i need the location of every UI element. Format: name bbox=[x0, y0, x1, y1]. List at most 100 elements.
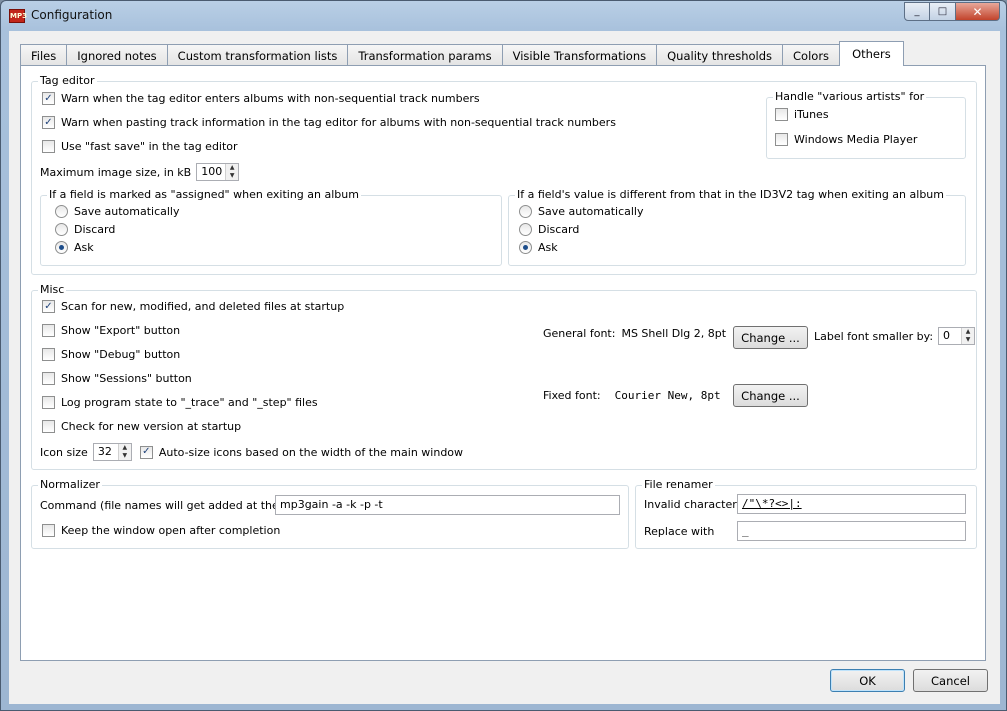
max-image-row: Maximum image size, in kB 100 ▲ ▼ bbox=[40, 163, 240, 181]
replace-with-input[interactable]: _ bbox=[737, 521, 966, 541]
log-state-row[interactable]: Log program state to "_trace" and "_step… bbox=[42, 396, 318, 409]
wmp-checkbox[interactable] bbox=[775, 133, 788, 146]
max-image-value[interactable]: 100 bbox=[197, 164, 225, 180]
id3v2-ask-row[interactable]: Ask bbox=[519, 241, 558, 254]
assigned-ask-row[interactable]: Ask bbox=[55, 241, 94, 254]
tab-transformation-params[interactable]: Transformation params bbox=[347, 44, 503, 66]
fixed-font-change-button[interactable]: Change ... bbox=[733, 384, 808, 407]
icon-size-row: Icon size 32 ▲ ▼ ✓ Auto-size icons based … bbox=[40, 443, 463, 461]
icon-size-label: Icon size bbox=[40, 445, 88, 459]
title-bar[interactable]: MP3 Configuration _ □ ✕ bbox=[1, 1, 1006, 31]
tab-visible-transformations[interactable]: Visible Transformations bbox=[501, 44, 658, 66]
id3v2-ask-radio[interactable] bbox=[519, 241, 532, 254]
close-button[interactable]: ✕ bbox=[956, 2, 1000, 21]
dialog-client: Files Ignored notes Custom transformatio… bbox=[9, 31, 1000, 704]
id3v2-save-radio[interactable] bbox=[519, 205, 532, 218]
id3v2-save-row[interactable]: Save automatically bbox=[519, 205, 644, 218]
keep-open-label: Keep the window open after completion bbox=[61, 524, 281, 537]
assigned-group: If a field is marked as "assigned" when … bbox=[40, 188, 502, 266]
wmp-label: Windows Media Player bbox=[794, 133, 918, 146]
id3v2-legend: If a field's value is different from tha… bbox=[515, 188, 946, 201]
scan-startup-row[interactable]: ✓ Scan for new, modified, and deleted fi… bbox=[42, 300, 344, 313]
label-font-smaller-label: Label font smaller by: bbox=[814, 329, 934, 343]
tab-quality-thresholds[interactable]: Quality thresholds bbox=[656, 44, 784, 66]
general-font-label: General font: bbox=[543, 327, 616, 340]
keep-open-checkbox[interactable] bbox=[42, 524, 55, 537]
tab-others[interactable]: Others bbox=[839, 41, 904, 66]
show-debug-checkbox[interactable] bbox=[42, 348, 55, 361]
keep-open-row[interactable]: Keep the window open after completion bbox=[42, 524, 280, 537]
spin-up-icon[interactable]: ▲ bbox=[118, 444, 131, 452]
id3v2-discard-row[interactable]: Discard bbox=[519, 223, 579, 236]
log-state-checkbox[interactable] bbox=[42, 396, 55, 409]
assigned-discard-radio[interactable] bbox=[55, 223, 68, 236]
tab-ignored-notes[interactable]: Ignored notes bbox=[66, 44, 168, 66]
warn-pasting-row[interactable]: ✓ Warn when pasting track information in… bbox=[42, 116, 616, 129]
tab-colors[interactable]: Colors bbox=[782, 44, 841, 66]
general-font-value: MS Shell Dlg 2, 8pt bbox=[621, 327, 727, 340]
id3v2-group: If a field's value is different from tha… bbox=[508, 188, 966, 266]
configuration-window: MP3 Configuration _ □ ✕ Files Ignored no… bbox=[0, 0, 1007, 711]
ok-button[interactable]: OK bbox=[830, 669, 905, 692]
maximize-button[interactable]: □ bbox=[930, 2, 956, 21]
file-renamer-legend: File renamer bbox=[642, 478, 715, 491]
invalid-chars-input[interactable]: /"\*?<>|: bbox=[737, 494, 966, 514]
show-sessions-label: Show "Sessions" button bbox=[61, 372, 192, 385]
fixed-font-label: Fixed font: bbox=[543, 389, 601, 402]
fixed-font-value: Courier New, 8pt bbox=[614, 389, 721, 402]
assigned-ask-radio[interactable] bbox=[55, 241, 68, 254]
spin-up-icon[interactable]: ▲ bbox=[226, 164, 239, 172]
fixed-font-row: Fixed font: Courier New, 8pt bbox=[543, 389, 721, 402]
max-image-label: Maximum image size, in kB bbox=[40, 165, 192, 179]
command-label: Command (file names will get added at th… bbox=[40, 499, 308, 512]
scan-startup-checkbox[interactable]: ✓ bbox=[42, 300, 55, 313]
icon-size-value[interactable]: 32 bbox=[94, 444, 118, 460]
itunes-checkbox[interactable] bbox=[775, 108, 788, 121]
show-export-row[interactable]: Show "Export" button bbox=[42, 324, 180, 337]
warn-pasting-checkbox[interactable]: ✓ bbox=[42, 116, 55, 129]
assigned-save-row[interactable]: Save automatically bbox=[55, 205, 180, 218]
normalizer-legend: Normalizer bbox=[38, 478, 102, 491]
assigned-legend: If a field is marked as "assigned" when … bbox=[47, 188, 361, 201]
show-debug-row[interactable]: Show "Debug" button bbox=[42, 348, 180, 361]
invalid-chars-row: Invalid characters bbox=[644, 498, 742, 511]
warn-non-sequential-checkbox[interactable]: ✓ bbox=[42, 92, 55, 105]
spin-up-icon[interactable]: ▲ bbox=[962, 328, 975, 336]
label-font-smaller-spinner[interactable]: 0 ▲ ▼ bbox=[938, 327, 976, 345]
fast-save-label: Use "fast save" in the tag editor bbox=[61, 140, 238, 153]
command-row: Command (file names will get added at th… bbox=[40, 499, 307, 512]
icon-size-spinner[interactable]: 32 ▲ ▼ bbox=[92, 443, 132, 461]
spin-down-icon[interactable]: ▼ bbox=[962, 336, 975, 344]
check-version-label: Check for new version at startup bbox=[61, 420, 242, 433]
max-image-spinner[interactable]: 100 ▲ ▼ bbox=[196, 163, 240, 181]
assigned-discard-row[interactable]: Discard bbox=[55, 223, 115, 236]
tab-files[interactable]: Files bbox=[20, 44, 68, 66]
spin-down-icon[interactable]: ▼ bbox=[226, 172, 239, 180]
itunes-row[interactable]: iTunes bbox=[775, 108, 829, 121]
fast-save-row[interactable]: Use "fast save" in the tag editor bbox=[42, 140, 238, 153]
tab-custom-transformation-lists[interactable]: Custom transformation lists bbox=[166, 44, 349, 66]
caption-buttons: _ □ ✕ bbox=[904, 2, 1000, 21]
cancel-button[interactable]: Cancel bbox=[913, 669, 988, 692]
warn-non-sequential-row[interactable]: ✓ Warn when the tag editor enters albums… bbox=[42, 92, 480, 105]
label-font-smaller-value[interactable]: 0 bbox=[939, 328, 961, 344]
wmp-row[interactable]: Windows Media Player bbox=[775, 133, 917, 146]
id3v2-discard-radio[interactable] bbox=[519, 223, 532, 236]
general-font-change-button[interactable]: Change ... bbox=[733, 326, 808, 349]
command-input[interactable]: mp3gain -a -k -p -t bbox=[275, 495, 620, 515]
show-export-checkbox[interactable] bbox=[42, 324, 55, 337]
auto-size-label[interactable]: Auto-size icons based on the width of th… bbox=[159, 446, 463, 459]
auto-size-checkbox[interactable]: ✓ bbox=[139, 445, 153, 459]
id3v2-save-label: Save automatically bbox=[538, 205, 644, 218]
fast-save-checkbox[interactable] bbox=[42, 140, 55, 153]
show-sessions-checkbox[interactable] bbox=[42, 372, 55, 385]
check-version-row[interactable]: Check for new version at startup bbox=[42, 420, 241, 433]
label-font-smaller-row: Label font smaller by: 0 ▲ ▼ bbox=[814, 327, 976, 345]
check-version-checkbox[interactable] bbox=[42, 420, 55, 433]
normalizer-group: Normalizer Command (file names will get … bbox=[31, 478, 629, 549]
minimize-button[interactable]: _ bbox=[904, 2, 930, 21]
replace-with-row: Replace with bbox=[644, 525, 714, 538]
show-sessions-row[interactable]: Show "Sessions" button bbox=[42, 372, 192, 385]
assigned-save-radio[interactable] bbox=[55, 205, 68, 218]
spin-down-icon[interactable]: ▼ bbox=[118, 452, 131, 460]
